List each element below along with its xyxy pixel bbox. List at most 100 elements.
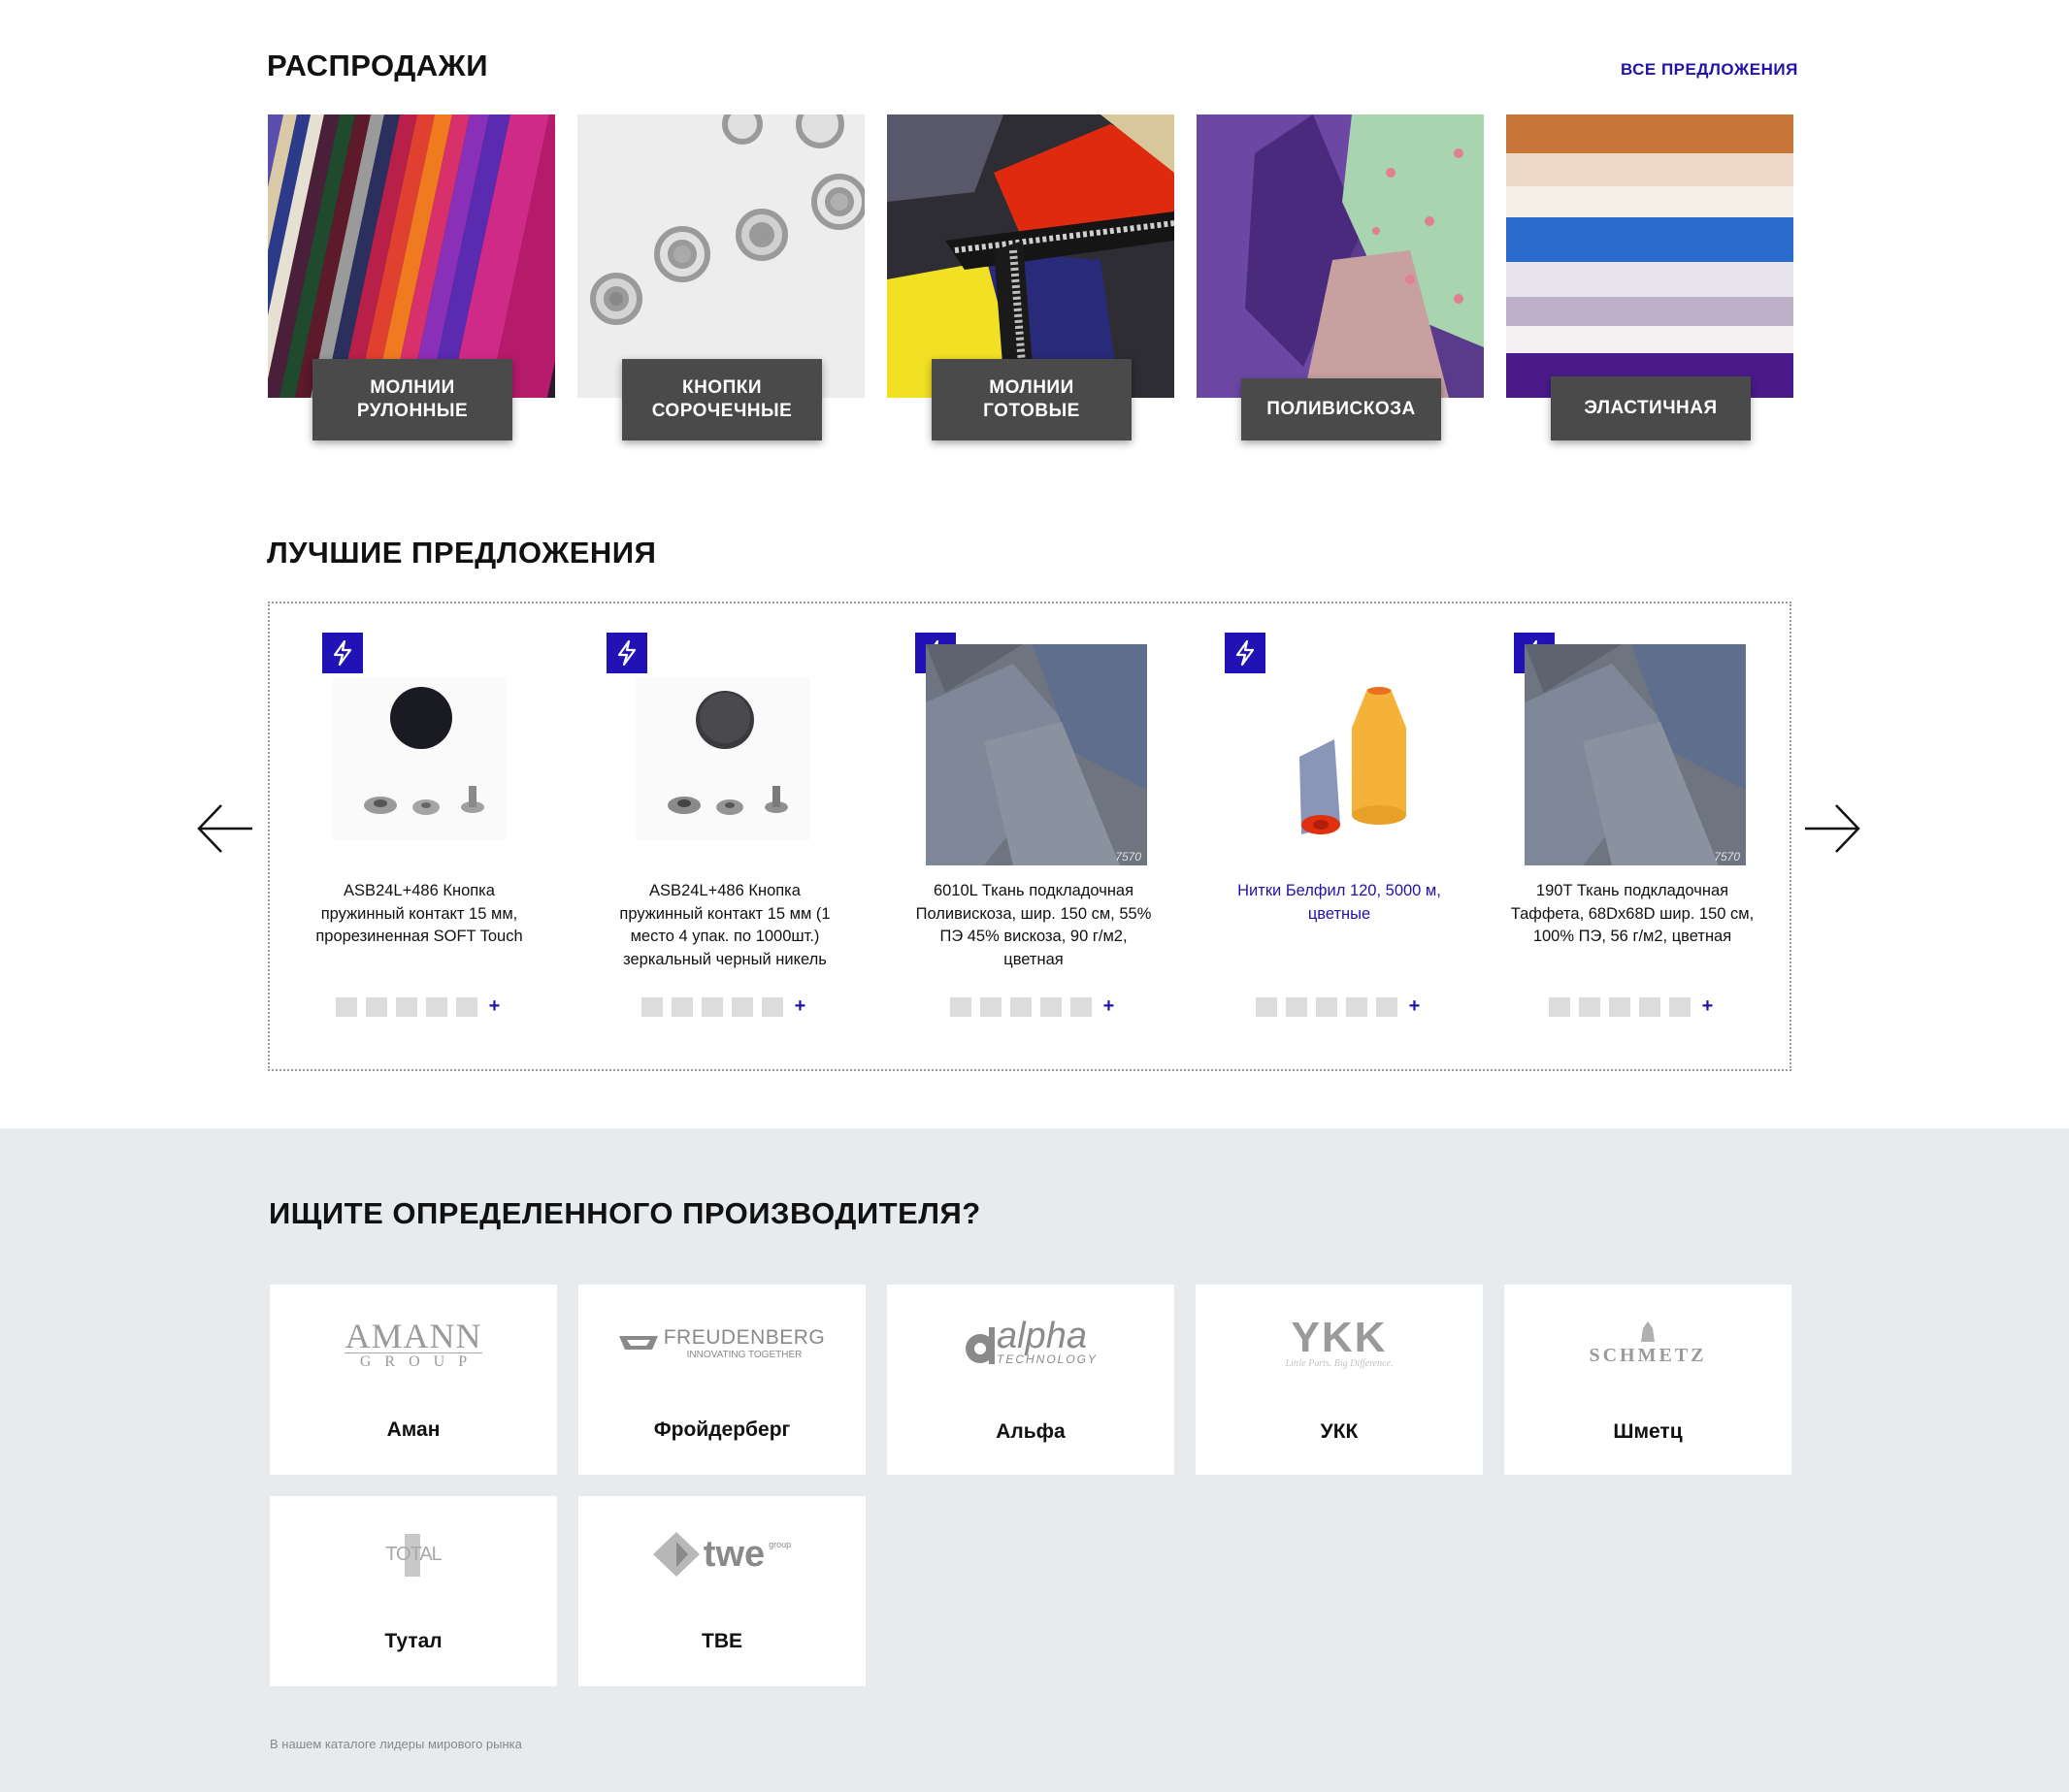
color-swatch[interactable] xyxy=(1069,996,1092,1017)
product-image-code: 7570 xyxy=(1115,850,1141,863)
more-colors-plus-icon[interactable]: + xyxy=(792,995,809,1018)
sales-title: РАСПРОДАЖИ xyxy=(267,49,488,82)
category-label[interactable]: МОЛНИИ ГОТОВЫЕ xyxy=(932,359,1132,440)
brand-card-twe[interactable]: twe group ТВЕ xyxy=(578,1496,866,1686)
schmetz-logo: SCHMETZ xyxy=(1504,1304,1791,1382)
color-swatch[interactable] xyxy=(1009,996,1032,1017)
alpha-mark-icon xyxy=(965,1327,995,1364)
color-swatch[interactable] xyxy=(979,996,1002,1017)
category-label[interactable]: ЭЛАСТИЧНАЯ xyxy=(1551,376,1751,440)
more-colors-plus-icon[interactable]: + xyxy=(1100,995,1118,1018)
category-card[interactable]: МОЛНИИ ГОТОВЫЕ xyxy=(887,114,1174,444)
brand-name: УКК xyxy=(1320,1420,1359,1443)
brand-card-amann[interactable]: AMANN GROUP Аман xyxy=(270,1285,557,1475)
category-label[interactable]: МОЛНИИ РУЛОННЫЕ xyxy=(312,359,512,440)
schmetz-lion-icon xyxy=(1641,1321,1655,1342)
color-swatches: + xyxy=(1199,995,1480,1018)
freudenberg-logo: FREUDENBERG INNOVATING TOGETHER xyxy=(578,1304,866,1382)
alpha-logo: alpha TECHNOLOGY xyxy=(887,1304,1174,1382)
brand-card-schmetz[interactable]: SCHMETZ Шметц xyxy=(1504,1285,1791,1475)
category-card[interactable]: ПОЛИВИСКОЗА xyxy=(1197,114,1484,444)
category-card[interactable]: МОЛНИИ РУЛОННЫЕ xyxy=(268,114,555,444)
more-colors-plus-icon[interactable]: + xyxy=(1699,995,1717,1018)
category-image-polyviscose[interactable] xyxy=(1197,114,1484,398)
all-offers-link[interactable]: ВСЕ ПРЕДЛОЖЕНИЯ xyxy=(1621,60,1798,80)
brand-card-freudenberg[interactable]: FREUDENBERG INNOVATING TOGETHER Фройдерб… xyxy=(578,1285,866,1475)
brand-name: Альфа xyxy=(996,1420,1066,1443)
product-card[interactable]: 7570 190T Ткань подкладочная Таффета, 68… xyxy=(1492,631,1773,1038)
category-image-snap-buttons[interactable] xyxy=(577,114,865,398)
manufacturers-footnote: В нашем каталоге лидеры мирового рынка xyxy=(270,1737,522,1751)
offers-title: ЛУЧШИЕ ПРЕДЛОЖЕНИЯ xyxy=(267,536,657,570)
ykk-logo: YKK Little Parts. Big Difference. xyxy=(1285,1313,1394,1369)
product-image-code: 7570 xyxy=(1714,850,1740,863)
brand-name: Тутал xyxy=(384,1630,443,1652)
brand-name: Фройдерберг xyxy=(653,1418,791,1441)
brand-name: ТВЕ xyxy=(702,1630,742,1652)
lightning-badge-icon xyxy=(1225,633,1265,673)
carousel-prev-arrow-icon[interactable] xyxy=(196,801,254,856)
product-image[interactable] xyxy=(332,677,507,840)
more-colors-plus-icon[interactable]: + xyxy=(1406,995,1424,1018)
color-swatch[interactable] xyxy=(1039,996,1062,1017)
color-swatch[interactable] xyxy=(701,996,723,1017)
manufacturers-title: ИЩИТЕ ОПРЕДЕЛЕННОГО ПРОИЗВОДИТЕЛЯ? xyxy=(269,1196,981,1230)
color-swatch[interactable] xyxy=(425,996,447,1017)
category-image-elastic[interactable] xyxy=(1506,114,1793,398)
product-card[interactable]: ASB24L+486 Кнопка пружинный контакт 15 м… xyxy=(279,631,560,1038)
product-name[interactable]: 190T Ткань подкладочная Таффета, 68Dx68D… xyxy=(1492,880,1773,949)
color-swatch[interactable] xyxy=(640,996,663,1017)
product-name[interactable]: ASB24L+486 Кнопка пружинный контакт 15 м… xyxy=(279,880,560,949)
twe-mark-icon xyxy=(652,1532,700,1577)
lightning-badge-icon xyxy=(607,633,647,673)
product-image[interactable] xyxy=(1266,669,1441,844)
color-swatch[interactable] xyxy=(1668,996,1691,1017)
category-label[interactable]: ПОЛИВИСКОЗА xyxy=(1241,378,1441,440)
color-swatch[interactable] xyxy=(731,996,753,1017)
category-card[interactable]: КНОПКИ СОРОЧЕЧНЫЕ xyxy=(577,114,865,444)
product-image[interactable]: 7570 xyxy=(1525,644,1746,865)
color-swatch[interactable] xyxy=(1345,996,1367,1017)
product-image[interactable] xyxy=(636,677,810,840)
color-swatch[interactable] xyxy=(1285,996,1307,1017)
color-swatch[interactable] xyxy=(949,996,971,1017)
color-swatch[interactable] xyxy=(365,996,387,1017)
color-swatch[interactable] xyxy=(1608,996,1630,1017)
category-image-zippers-ready[interactable] xyxy=(887,114,1174,398)
amann-logo: AMANN GROUP xyxy=(345,1316,482,1370)
color-swatch[interactable] xyxy=(761,996,783,1017)
color-swatch[interactable] xyxy=(671,996,693,1017)
brand-card-alpha[interactable]: alpha TECHNOLOGY Альфа xyxy=(887,1285,1174,1475)
product-name[interactable]: ASB24L+486 Кнопка пружинный контакт 15 м… xyxy=(584,880,866,971)
product-card[interactable]: ASB24L+486 Кнопка пружинный контакт 15 м… xyxy=(584,631,866,1038)
color-swatches: + xyxy=(893,995,1174,1018)
color-swatch[interactable] xyxy=(395,996,417,1017)
category-label[interactable]: КНОПКИ СОРОЧЕЧНЫЕ xyxy=(622,359,822,440)
color-swatch[interactable] xyxy=(1255,996,1277,1017)
color-swatch[interactable] xyxy=(1315,996,1337,1017)
product-card[interactable]: 7570 6010L Ткань подкладочная Поливискоз… xyxy=(893,631,1174,1038)
color-swatches: + xyxy=(1492,995,1773,1018)
color-swatch[interactable] xyxy=(1548,996,1570,1017)
product-name[interactable]: 6010L Ткань подкладочная Поливискоза, ши… xyxy=(893,880,1174,971)
brand-card-total[interactable]: TOTAL Тутал xyxy=(270,1496,557,1686)
color-swatches: + xyxy=(584,995,866,1018)
product-name[interactable]: Нитки Белфил 120, 5000 м, цветные xyxy=(1199,880,1480,926)
product-card[interactable]: Нитки Белфил 120, 5000 м, цветные + xyxy=(1199,631,1480,1038)
more-colors-plus-icon[interactable]: + xyxy=(486,995,504,1018)
color-swatch[interactable] xyxy=(1638,996,1660,1017)
brand-card-ykk[interactable]: YKK Little Parts. Big Difference. УКК xyxy=(1196,1285,1483,1475)
brand-name: Шметц xyxy=(1613,1420,1683,1443)
color-swatch[interactable] xyxy=(1375,996,1397,1017)
color-swatch[interactable] xyxy=(455,996,477,1017)
color-swatch[interactable] xyxy=(1578,996,1600,1017)
color-swatch[interactable] xyxy=(335,996,357,1017)
category-image-zippers-roll[interactable] xyxy=(268,114,555,398)
brand-name: Аман xyxy=(386,1418,441,1441)
lightning-badge-icon xyxy=(322,633,363,673)
total-logo: TOTAL xyxy=(270,1515,557,1593)
category-card[interactable]: ЭЛАСТИЧНАЯ xyxy=(1506,114,1793,444)
product-image[interactable]: 7570 xyxy=(926,644,1147,865)
color-swatches: + xyxy=(279,995,560,1018)
carousel-next-arrow-icon[interactable] xyxy=(1803,801,1861,856)
